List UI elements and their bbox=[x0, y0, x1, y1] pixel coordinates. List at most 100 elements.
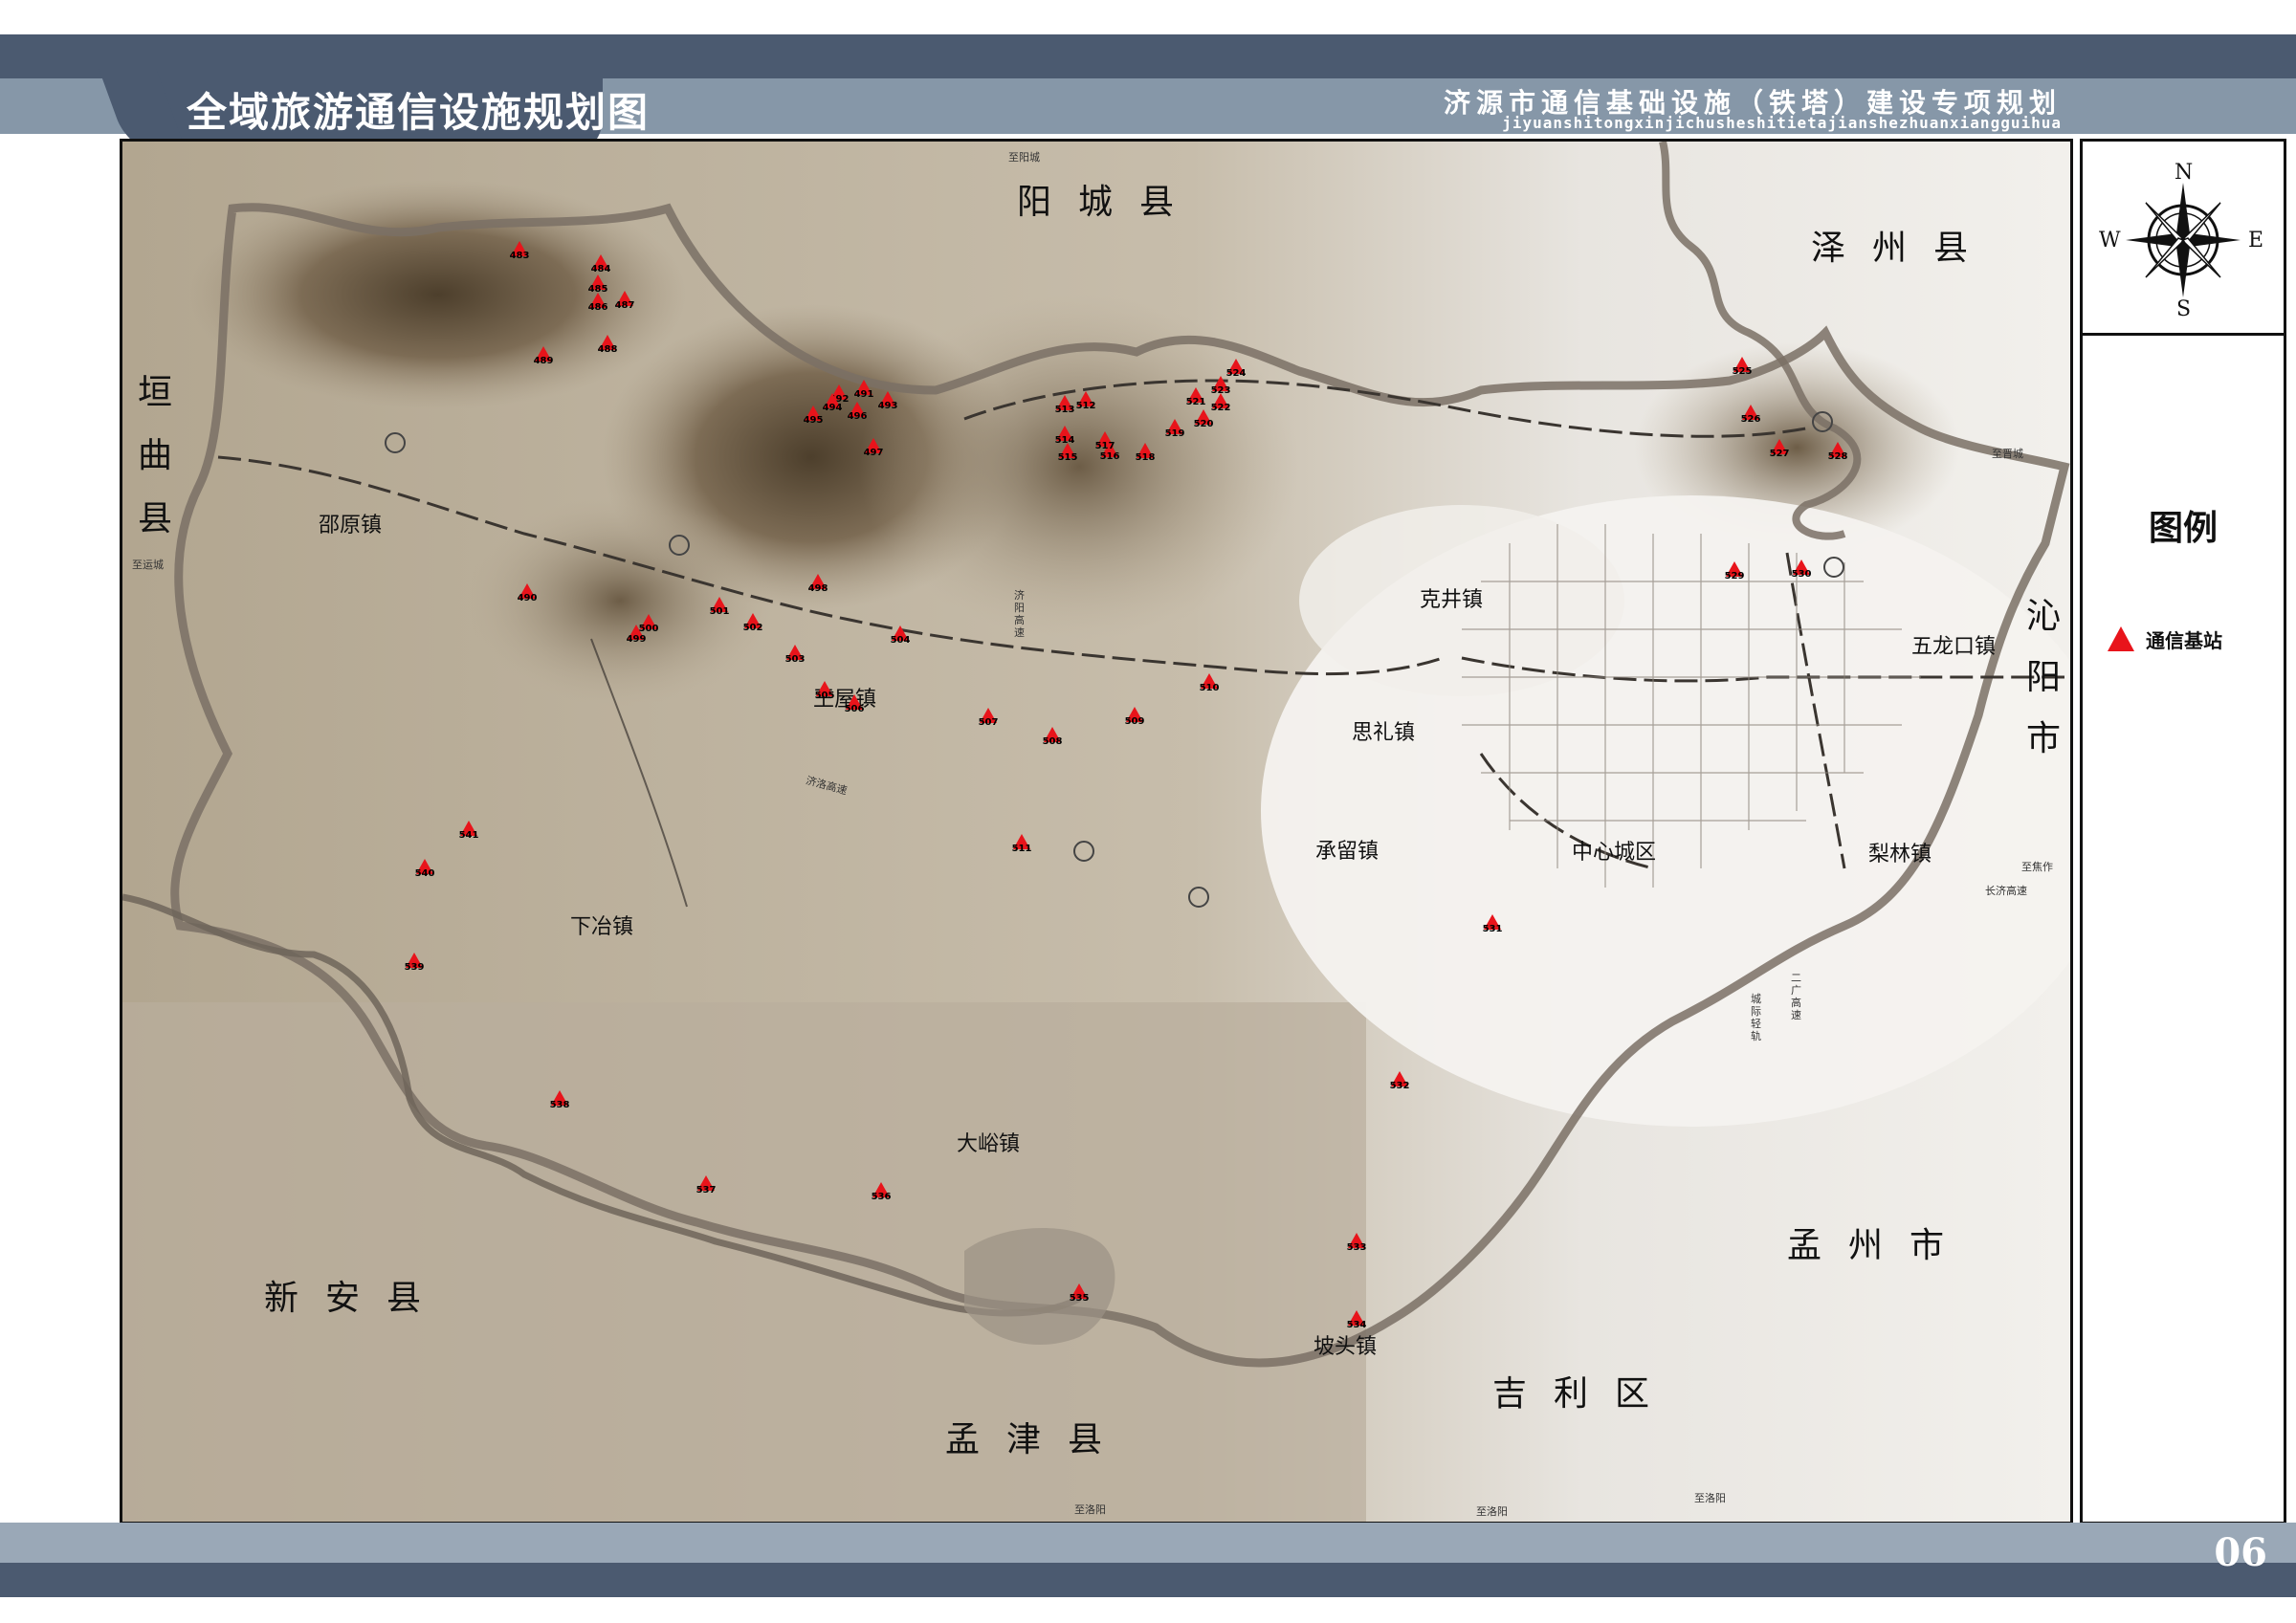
station-number: 528 bbox=[1827, 451, 1848, 462]
station-number: 502 bbox=[742, 623, 763, 633]
label-mengzhou-city: 孟州市 bbox=[1787, 1226, 1972, 1265]
station-number: 510 bbox=[1199, 683, 1220, 693]
road-label-to-luoyang-east: 至洛阳 bbox=[1694, 1492, 1726, 1504]
station-number: 509 bbox=[1124, 716, 1145, 727]
legend-item-station: 通信基站 bbox=[2108, 625, 2222, 653]
station-number: 487 bbox=[614, 300, 635, 311]
footer-band-light bbox=[0, 1523, 2296, 1563]
station-number: 498 bbox=[807, 583, 828, 594]
station-number: 491 bbox=[853, 389, 874, 400]
station-number: 484 bbox=[590, 264, 611, 274]
station-number: 516 bbox=[1099, 451, 1120, 462]
map-title: 全域旅游通信设施规划图 bbox=[187, 89, 651, 136]
label-mengjin-county: 孟津县 bbox=[945, 1420, 1130, 1459]
station-number: 519 bbox=[1164, 428, 1185, 439]
station-number: 539 bbox=[404, 962, 425, 973]
station-number: 524 bbox=[1225, 368, 1247, 379]
station-number: 504 bbox=[890, 635, 911, 646]
station-number: 499 bbox=[626, 634, 647, 645]
station-number: 521 bbox=[1185, 397, 1206, 407]
road-label-intercity-rail: 城际轻轨 bbox=[1751, 993, 1761, 1042]
station-number: 506 bbox=[844, 704, 865, 714]
legend-title: 图例 bbox=[2148, 509, 2218, 548]
red-triangle-icon bbox=[2108, 626, 2134, 651]
road-label-to-luoyang-west: 至洛阳 bbox=[1074, 1503, 1106, 1516]
label-central-district: 中心城区 bbox=[1572, 841, 1657, 865]
station-number: 541 bbox=[458, 830, 479, 841]
station-number: 538 bbox=[549, 1100, 570, 1110]
road-label-changji-expressway: 长济高速 bbox=[1985, 885, 2027, 897]
station-number: 493 bbox=[877, 401, 898, 411]
label-jili-district: 吉利区 bbox=[1492, 1374, 1677, 1414]
label-chengliu-town: 承留镇 bbox=[1315, 840, 1380, 864]
side-panel: N S W E 图例 通信基站 bbox=[2080, 139, 2286, 1524]
label-zezhou-county: 泽州县 bbox=[1811, 229, 1996, 268]
station-number: 503 bbox=[784, 654, 806, 665]
station-number: 518 bbox=[1135, 452, 1156, 463]
station-number: 501 bbox=[709, 606, 730, 617]
station-number: 483 bbox=[509, 251, 530, 261]
label-lilin-town: 梨林镇 bbox=[1868, 843, 1932, 866]
label-sili-town: 思礼镇 bbox=[1352, 721, 1416, 745]
page-number: 06 bbox=[2214, 1530, 2267, 1575]
label-xiaye-town: 下冶镇 bbox=[570, 915, 634, 939]
station-number: 513 bbox=[1054, 405, 1075, 415]
station-number: 505 bbox=[814, 691, 835, 701]
label-wulongkou-town: 五龙口镇 bbox=[1911, 635, 1997, 659]
station-number: 540 bbox=[414, 868, 435, 879]
station-number: 523 bbox=[1210, 385, 1231, 396]
station-number: 515 bbox=[1057, 452, 1078, 463]
station-number: 525 bbox=[1732, 366, 1753, 377]
station-number: 494 bbox=[822, 403, 843, 413]
station-number: 496 bbox=[847, 411, 868, 422]
map-frame: 阳城县 泽州县 垣曲县 沁阳市 新安县 孟津县 吉利区 孟州市 邵原镇 王屋镇 … bbox=[120, 139, 2073, 1524]
station-number: 517 bbox=[1094, 441, 1115, 451]
station-number: 536 bbox=[871, 1192, 892, 1202]
label-xinan-county: 新安县 bbox=[264, 1279, 449, 1318]
station-number: 489 bbox=[533, 356, 554, 366]
compass-east: E bbox=[2248, 229, 2264, 252]
label-dayu-town: 大峪镇 bbox=[957, 1132, 1021, 1156]
legend-item-label: 通信基站 bbox=[2146, 628, 2222, 652]
station-number: 522 bbox=[1210, 403, 1231, 413]
station-number: 534 bbox=[1346, 1320, 1367, 1330]
station-number: 495 bbox=[803, 415, 824, 426]
road-label-to-jincheng: 至晋城 bbox=[1992, 448, 2023, 460]
road-label-to-yangcheng: 至阳城 bbox=[1008, 151, 1040, 164]
station-number: 537 bbox=[695, 1185, 717, 1195]
label-qinyang-city: 沁阳市 bbox=[2026, 597, 2062, 758]
station-number: 497 bbox=[863, 448, 884, 458]
station-number: 531 bbox=[1482, 924, 1503, 934]
road-label-to-jiaozuo: 至焦作 bbox=[2021, 861, 2053, 873]
compass-west: W bbox=[2099, 229, 2121, 252]
label-yuanqu-county: 垣曲县 bbox=[138, 373, 173, 538]
station-number: 529 bbox=[1724, 571, 1745, 581]
road-label-to-yuncheng: 至运城 bbox=[132, 559, 164, 571]
station-number: 512 bbox=[1075, 401, 1096, 411]
compass-north: N bbox=[2175, 161, 2194, 185]
road-label-to-luoyang-middle: 至洛阳 bbox=[1476, 1505, 1508, 1518]
label-yangcheng-county: 阳城县 bbox=[1017, 183, 1202, 222]
station-number: 530 bbox=[1791, 569, 1812, 580]
station-number: 486 bbox=[587, 302, 608, 313]
station-number: 511 bbox=[1011, 844, 1032, 854]
station-number: 526 bbox=[1740, 414, 1761, 425]
footer-band-dark bbox=[0, 1563, 2296, 1597]
station-number: 488 bbox=[597, 344, 618, 355]
station-number: 535 bbox=[1069, 1293, 1090, 1304]
station-number: 507 bbox=[978, 717, 999, 728]
station-number: 520 bbox=[1193, 419, 1214, 429]
compass-south: S bbox=[2176, 297, 2192, 321]
label-shaoyuan-town: 邵原镇 bbox=[319, 514, 383, 537]
station-number: 527 bbox=[1769, 449, 1790, 459]
project-title-pinyin: jiyuanshitongxinjichusheshitietajianshez… bbox=[1502, 114, 2062, 132]
station-number: 532 bbox=[1389, 1081, 1410, 1091]
label-kejing-town: 克井镇 bbox=[1420, 588, 1484, 612]
station-number: 508 bbox=[1042, 736, 1063, 747]
road-label-jiyang-expressway: 济阳高速 bbox=[1014, 589, 1025, 639]
station-number: 490 bbox=[517, 593, 538, 603]
station-number: 500 bbox=[638, 624, 659, 634]
road-label-erguang-expressway: 二广高速 bbox=[1791, 972, 1801, 1021]
station-number: 533 bbox=[1346, 1242, 1367, 1253]
compass-box: N S W E bbox=[2083, 142, 2284, 336]
